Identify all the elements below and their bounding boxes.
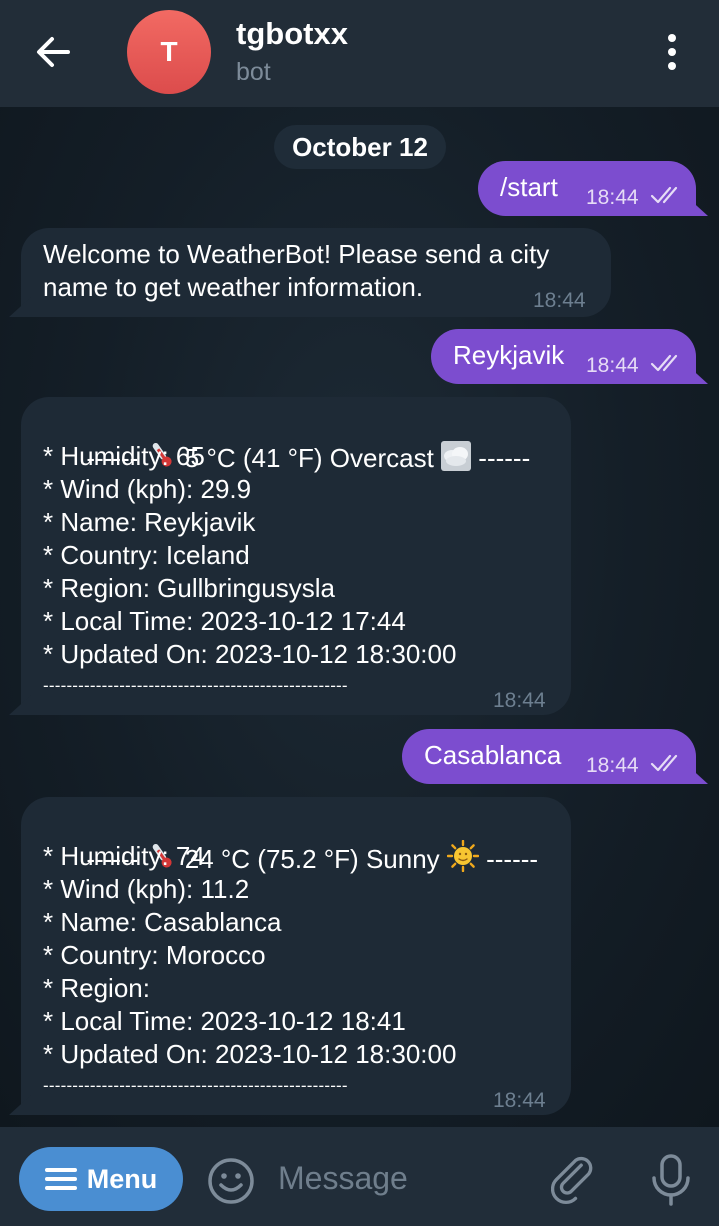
weather-line: * Name: Reykjavik (43, 507, 256, 537)
paperclip-icon (550, 1156, 593, 1204)
weather-line: * Wind (kph): 29.9 (43, 474, 252, 504)
weather-line: * Updated On: 2023-10-12 18:30:00 (43, 639, 457, 669)
more-options-button[interactable] (656, 30, 688, 74)
weather-line: * Humidity: 74 (43, 841, 205, 871)
weather-footer-line: ----------------------------------------… (43, 676, 348, 695)
chat-history[interactable]: October 12 /start 18:44 Welcome to Weath… (0, 107, 719, 1127)
message-time: 18:44 (586, 354, 639, 377)
overcast-icon (441, 441, 472, 471)
weather-line: * Wind (kph): 11.2 (43, 874, 250, 904)
weather-line: * Region: Gullbringusysla (43, 573, 335, 603)
avatar-letter: T (160, 36, 178, 67)
weather-header-suffix: ------ (471, 443, 531, 473)
weather-line: * Local Time: 2023-10-12 18:41 (43, 1006, 406, 1036)
double-check-icon (650, 186, 678, 204)
double-check-icon (650, 354, 678, 372)
bubble-tail (9, 1095, 31, 1115)
microphone-button[interactable] (649, 1153, 693, 1207)
weather-line: * Local Time: 2023-10-12 17:44 (43, 606, 406, 636)
message-time: 18:44 (586, 754, 639, 777)
message-time: 18:44 (533, 289, 586, 312)
message-text: /start (500, 172, 558, 202)
message-line: Welcome to WeatherBot! Please send a cit… (43, 239, 550, 269)
back-button[interactable] (24, 28, 84, 76)
message-text: Casablanca (424, 740, 562, 770)
more-vertical-icon (668, 34, 676, 70)
weather-header-suffix: ------ (478, 844, 539, 874)
bubble-tail (686, 364, 708, 384)
message-composer: Menu (0, 1127, 719, 1226)
weather-line: * Name: Casablanca (43, 907, 282, 937)
chat-header: T tgbotxx bot (0, 0, 719, 107)
outgoing-message[interactable]: /start 18:44 (478, 161, 708, 216)
weather-line: * Country: Morocco (43, 940, 266, 970)
message-text: Reykjavik (453, 340, 565, 370)
incoming-message[interactable]: ------ 24 °C (75.2 °F) Sunny ------ * Hu… (9, 797, 571, 1115)
outgoing-message[interactable]: Casablanca 18:44 (402, 729, 708, 784)
weather-header-text: 24 °C (75.2 °F) Sunny (177, 844, 447, 874)
message-input[interactable] (278, 1153, 528, 1203)
hamburger-icon (44, 1168, 77, 1190)
weather-header-text: 5 °C (41 °F) Overcast (177, 443, 442, 473)
message-line: name to get weather information. (43, 272, 424, 302)
bubble-tail (686, 764, 708, 784)
bubble-tail (9, 297, 31, 317)
message-time: 18:44 (493, 689, 546, 712)
emoji-button[interactable] (206, 1156, 256, 1206)
bubble-tail (686, 196, 708, 216)
chat-subtitle: bot (236, 58, 271, 86)
weather-line: * Country: Iceland (43, 540, 250, 570)
message-time: 18:44 (493, 1089, 546, 1112)
bubble-tail (9, 695, 31, 715)
avatar[interactable]: T (127, 10, 211, 94)
menu-button[interactable]: Menu (19, 1147, 183, 1211)
outgoing-message[interactable]: Reykjavik 18:44 (431, 329, 708, 384)
weather-footer-line: ----------------------------------------… (43, 1076, 348, 1095)
attach-button[interactable] (550, 1154, 601, 1206)
weather-line: * Humidity: 65 (43, 441, 205, 471)
date-label: October 12 (292, 131, 428, 162)
double-check-icon (650, 754, 678, 772)
microphone-icon (652, 1154, 690, 1206)
weather-line: * Updated On: 2023-10-12 18:30:00 (43, 1039, 457, 1069)
chat-title[interactable]: tgbotxx (236, 16, 348, 52)
message-time: 18:44 (586, 186, 639, 209)
incoming-message[interactable]: Welcome to WeatherBot! Please send a cit… (9, 228, 611, 317)
weather-line: * Region: (43, 973, 150, 1003)
menu-button-label: Menu (86, 1163, 158, 1194)
incoming-message[interactable]: ------ 5 °C (41 °F) Overcast ------ * Hu… (9, 397, 571, 715)
sun-icon (446, 840, 479, 872)
emoji-icon (208, 1158, 254, 1204)
date-separator: October 12 (274, 125, 446, 169)
arrow-left-icon (37, 37, 70, 67)
